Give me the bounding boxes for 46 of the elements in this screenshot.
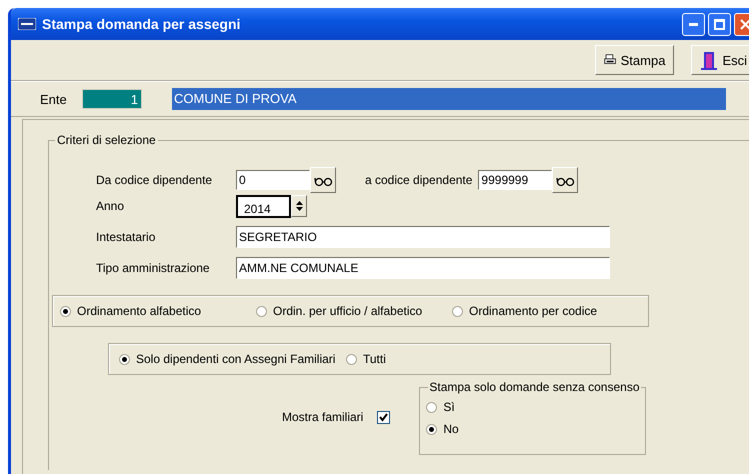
door-icon bbox=[700, 50, 718, 70]
to-code-field[interactable]: 9999999 bbox=[478, 170, 552, 190]
close-icon bbox=[740, 18, 749, 30]
radio-button[interactable] bbox=[60, 306, 71, 316]
maximize-button[interactable] bbox=[708, 12, 731, 36]
radio-option[interactable]: Ordin. per ufficio / alfabetico bbox=[256, 304, 452, 318]
radio-option[interactable]: No bbox=[426, 422, 646, 436]
radio-option[interactable]: Ordinamento alfabetico bbox=[60, 304, 256, 318]
field-label: Intestatario bbox=[96, 230, 156, 244]
admin-type-field[interactable]: AMM.NE COMUNALE bbox=[236, 257, 610, 279]
field-label: Anno bbox=[96, 199, 126, 213]
minimize-button[interactable] bbox=[682, 12, 705, 36]
radio-option[interactable]: Sì bbox=[426, 400, 646, 414]
ente-name-field[interactable]: COMUNE DI PROVA bbox=[172, 88, 726, 110]
app-icon bbox=[18, 18, 36, 30]
minimize-icon bbox=[689, 22, 698, 26]
maximize-icon bbox=[714, 18, 725, 30]
radio-button[interactable] bbox=[426, 402, 438, 412]
ente-label: Ente bbox=[40, 92, 68, 106]
field-label: Tipo amministrazione bbox=[96, 261, 211, 275]
checkbox-label: Mostra familiari bbox=[282, 410, 364, 424]
radio-button[interactable] bbox=[119, 354, 130, 364]
spin-button[interactable] bbox=[291, 195, 307, 217]
up-down-icon bbox=[294, 199, 304, 213]
lookup-button[interactable] bbox=[310, 167, 336, 193]
radio-button[interactable] bbox=[256, 306, 267, 316]
lookup-button[interactable] bbox=[552, 167, 578, 193]
radio-button[interactable] bbox=[452, 306, 463, 316]
checkbox[interactable] bbox=[377, 410, 390, 424]
group-title: Stampa solo domande senza consenso bbox=[428, 380, 640, 394]
from-code-field[interactable]: 0 bbox=[236, 170, 310, 190]
group-title: Criteri di selezione bbox=[55, 133, 158, 147]
radio-option[interactable]: Ordinamento per codice bbox=[452, 304, 598, 318]
holder-field[interactable]: SEGRETARIO bbox=[236, 226, 610, 248]
field-label: Da codice dipendente bbox=[96, 173, 214, 187]
radio-option[interactable]: Solo dipendenti con Assegni Familiari bbox=[119, 352, 346, 366]
year-field[interactable]: 2014 bbox=[236, 194, 291, 218]
ente-code-field[interactable]: 1 bbox=[82, 89, 142, 109]
print-button[interactable]: Stampa bbox=[595, 45, 674, 75]
check-icon bbox=[379, 412, 388, 422]
radio-button[interactable] bbox=[346, 354, 357, 364]
exit-button[interactable]: Esci bbox=[691, 45, 749, 75]
radio-button[interactable] bbox=[426, 424, 438, 434]
field-label: a codice dipendente bbox=[365, 173, 472, 187]
window-title: Stampa domanda per assegni bbox=[42, 16, 242, 32]
radio-option[interactable]: Tutti bbox=[346, 352, 386, 366]
